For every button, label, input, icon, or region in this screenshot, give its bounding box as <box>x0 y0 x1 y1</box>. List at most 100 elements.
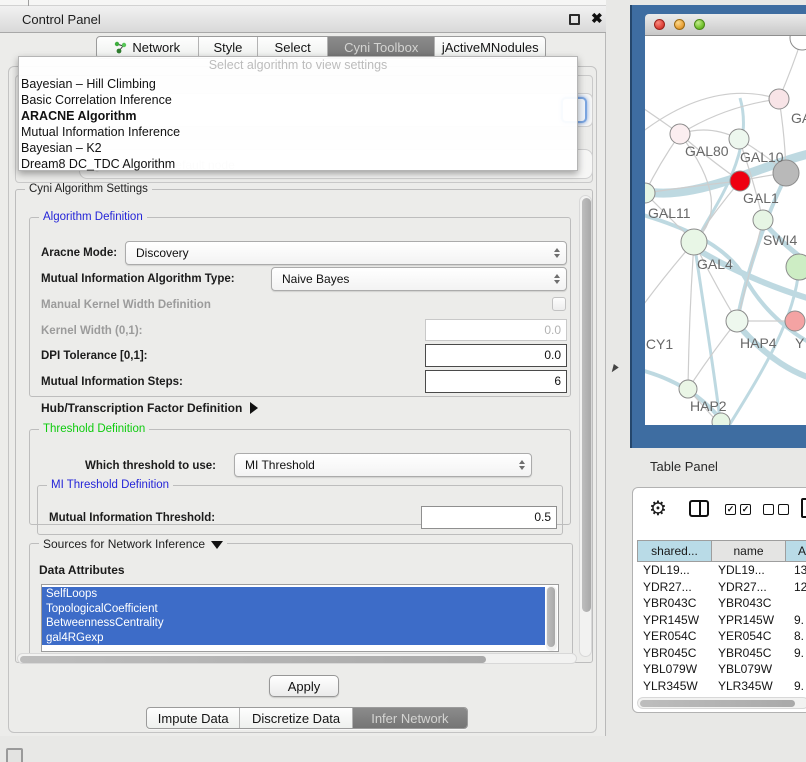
manual-kernel-checkbox[interactable] <box>552 297 566 311</box>
tab-network[interactable]: Network <box>97 37 199 58</box>
mi-steps-field[interactable]: 6 <box>425 370 567 393</box>
tab-style[interactable]: Style <box>199 37 259 58</box>
tab-impute-data[interactable]: Impute Data <box>147 708 240 728</box>
node-pink[interactable] <box>785 311 805 331</box>
deselect-all-icon[interactable] <box>763 504 789 515</box>
export-table-icon[interactable] <box>801 498 806 518</box>
close-panel-icon[interactable]: ✖ <box>591 10 603 27</box>
combo-arrows-icon <box>550 248 566 258</box>
node-hap2[interactable] <box>679 380 697 398</box>
mi-type-value: Naive Bayes <box>272 272 550 286</box>
threshold-definition-title: Threshold Definition <box>39 423 149 435</box>
network-window-titlebar[interactable] <box>645 14 806 36</box>
algorithm-dropdown-popup: Select algorithm to view settings Bayesi… <box>18 56 578 171</box>
node-gal4[interactable] <box>681 229 707 255</box>
dropdown-item-selected[interactable]: ARACNE Algorithm <box>19 108 577 124</box>
tab-cyni-toolbox[interactable]: Cyni Toolbox <box>328 37 436 58</box>
dropdown-item[interactable]: Bayesian – K2 <box>19 140 577 156</box>
table-row[interactable]: YBR043C YBR043C <box>637 596 806 612</box>
dropdown-item[interactable]: Basic Correlation Inference <box>19 92 577 108</box>
node[interactable] <box>753 210 773 230</box>
cyni-bottom-tabs: Impute Data Discretize Data Infer Networ… <box>146 707 468 729</box>
list-item[interactable]: SelfLoops <box>42 587 545 602</box>
node-label: GAL11 <box>648 205 691 221</box>
aracne-mode-combo[interactable]: Discovery <box>125 241 567 265</box>
table-hscrollbar[interactable] <box>637 697 806 709</box>
node-label: GAL80 <box>685 143 729 159</box>
node-gal80[interactable] <box>670 124 690 144</box>
column-view-icon[interactable] <box>689 500 709 517</box>
list-scrollbar[interactable] <box>546 586 557 651</box>
node-label: GCY1 <box>645 336 673 352</box>
network-tab-icon <box>114 41 127 54</box>
aracne-mode-label: Aracne Mode: <box>41 247 117 259</box>
mi-threshold-label: Mutual Information Threshold: <box>49 512 215 524</box>
mi-type-combo[interactable]: Naive Bayes <box>271 267 567 291</box>
zoom-window-icon[interactable] <box>694 19 705 30</box>
table-body: YDL19... YDL19... 13 YDR27... YDR27... 1… <box>637 562 806 694</box>
column-header-sharedname[interactable]: shared... <box>637 540 712 562</box>
node-label: HAP2 <box>690 398 727 414</box>
dropdown-item[interactable]: Dream8 DC_TDC Algorithm <box>19 156 577 172</box>
table-row[interactable]: YLR345W YLR345W 9. <box>637 679 806 695</box>
dropdown-item[interactable]: Mutual Information Inference <box>19 124 577 140</box>
mi-threshold-field[interactable]: 0.5 <box>421 506 557 529</box>
node[interactable] <box>769 89 789 109</box>
apply-button[interactable]: Apply <box>269 675 339 697</box>
float-panel-icon[interactable] <box>569 14 580 25</box>
control-panel-title: Control Panel <box>22 12 101 27</box>
kernel-width-field[interactable]: 0.0 <box>425 319 567 341</box>
list-item[interactable]: gal4RGexp <box>42 631 545 646</box>
dpi-tolerance-field[interactable]: 0.0 <box>425 344 567 367</box>
node-label: Y <box>795 335 805 351</box>
which-threshold-label: Which threshold to use: <box>85 460 216 472</box>
sources-group-title[interactable]: Sources for Network Inference <box>39 537 227 551</box>
list-item[interactable]: BetweennessCentrality <box>42 616 545 631</box>
tab-infer-network[interactable]: Infer Network <box>353 708 467 728</box>
network-canvas[interactable]: GAL GAL80 GAL10 GAL1 GAL11 SWI4 GAL4 GCY… <box>645 36 806 425</box>
table-panel: ⚙ ✓✓ shared... name A YDL19... YDL19... … <box>632 487 806 713</box>
table-row[interactable]: YBL079W YBL079W <box>637 662 806 678</box>
table-row[interactable]: YDL19... YDL19... 13 <box>637 563 806 579</box>
table-row[interactable]: YDR27... YDR27... 12 <box>637 580 806 596</box>
dpi-tolerance-label: DPI Tolerance [0,1]: <box>41 350 148 362</box>
node-label: GAL4 <box>697 256 733 272</box>
node-label: HAP4 <box>740 335 777 351</box>
mi-type-label: Mutual Information Algorithm Type: <box>41 273 235 285</box>
control-panel-titlebar: Control Panel ✖ <box>0 6 606 33</box>
table-row[interactable]: YPR145W YPR145W 9. <box>637 613 806 629</box>
gear-icon[interactable]: ⚙ <box>649 496 667 521</box>
node-gal10[interactable] <box>729 129 749 149</box>
which-threshold-combo[interactable]: MI Threshold <box>234 453 532 477</box>
tab-discretize-data[interactable]: Discretize Data <box>240 708 352 728</box>
hub-section-toggle[interactable]: Hub/Transcription Factor Definition <box>41 401 258 415</box>
column-header-clipped[interactable]: A <box>786 540 806 562</box>
settings-hscrollbar[interactable] <box>17 653 577 664</box>
aracne-mode-value: Discovery <box>126 246 550 260</box>
table-panel-title: Table Panel <box>650 459 718 474</box>
dock-panel-icon[interactable] <box>6 748 23 762</box>
select-all-icon[interactable]: ✓✓ <box>725 504 751 515</box>
node-gal1-red[interactable] <box>730 171 750 191</box>
tab-select[interactable]: Select <box>258 37 328 58</box>
node-gal11[interactable] <box>645 183 655 203</box>
table-row[interactable]: YBR045C YBR045C 9. <box>637 646 806 662</box>
node-label: GAL <box>791 110 806 126</box>
tab-jactivemnodules[interactable]: jActiveMNodules <box>435 37 545 58</box>
mouse-cursor <box>609 364 619 374</box>
table-row[interactable]: YER054C YER054C 8. <box>637 629 806 645</box>
settings-scrollbar[interactable] <box>579 195 592 657</box>
list-item[interactable]: TopologicalCoefficient <box>42 602 545 617</box>
node-swi4[interactable] <box>786 254 806 280</box>
node-label: GAL1 <box>743 190 779 206</box>
dropdown-item[interactable]: Bayesian – Hill Climbing <box>19 76 577 92</box>
mi-threshold-group-title: MI Threshold Definition <box>47 479 173 491</box>
combo-arrows-icon <box>550 274 566 284</box>
node-hap4[interactable] <box>726 310 748 332</box>
combo-arrows-icon <box>515 460 531 470</box>
node[interactable] <box>790 36 806 50</box>
minimize-window-icon[interactable] <box>674 19 685 30</box>
column-header-name[interactable]: name <box>712 540 786 562</box>
close-window-icon[interactable] <box>654 19 665 30</box>
data-attributes-list: SelfLoops TopologicalCoefficient Between… <box>41 584 559 652</box>
